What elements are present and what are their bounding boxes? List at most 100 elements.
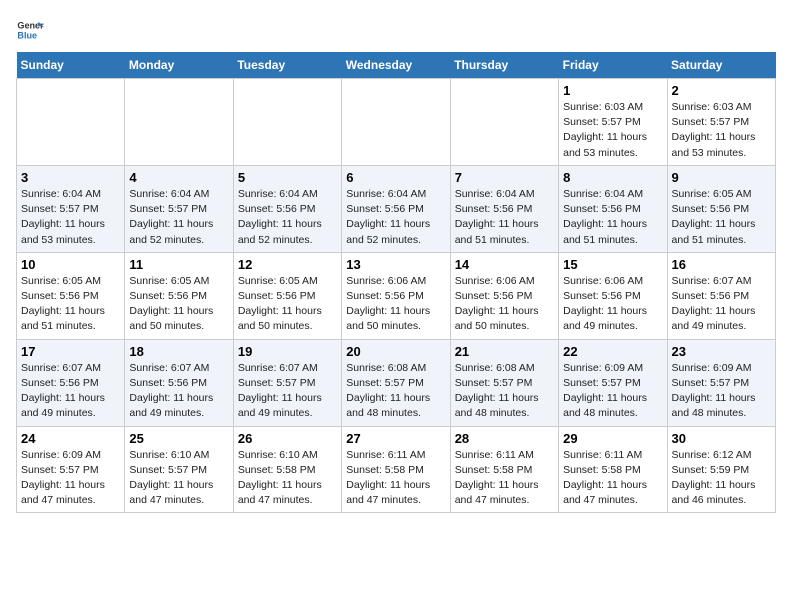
day-info: Sunrise: 6:06 AM Sunset: 5:56 PM Dayligh…: [346, 274, 445, 335]
day-info: Sunrise: 6:09 AM Sunset: 5:57 PM Dayligh…: [672, 361, 771, 422]
calendar-cell: 7 Sunrise: 6:04 AM Sunset: 5:56 PM Daylig…: [450, 165, 558, 252]
calendar-cell: 22 Sunrise: 6:09 AM Sunset: 5:57 PM Dayli…: [559, 339, 667, 426]
day-info: Sunrise: 6:04 AM Sunset: 5:56 PM Dayligh…: [455, 187, 554, 248]
day-info: Sunrise: 6:11 AM Sunset: 5:58 PM Dayligh…: [346, 448, 445, 509]
calendar-cell: [125, 79, 233, 166]
calendar-cell: 15 Sunrise: 6:06 AM Sunset: 5:56 PM Dayli…: [559, 252, 667, 339]
calendar-cell: 10Sunrise: 6:05 AM Sunset: 5:56 PM Dayli…: [17, 252, 125, 339]
calendar-cell: 12 Sunrise: 6:05 AM Sunset: 5:56 PM Dayli…: [233, 252, 341, 339]
weekday-header-friday: Friday: [559, 52, 667, 79]
day-info: Sunrise: 6:04 AM Sunset: 5:57 PM Dayligh…: [129, 187, 228, 248]
calendar-week-3: 10Sunrise: 6:05 AM Sunset: 5:56 PM Dayli…: [17, 252, 776, 339]
day-number: 29: [563, 431, 662, 446]
calendar-week-4: 17 Sunrise: 6:07 AM Sunset: 5:56 PM Dayli…: [17, 339, 776, 426]
calendar-cell: 28 Sunrise: 6:11 AM Sunset: 5:58 PM Dayli…: [450, 426, 558, 513]
calendar-week-5: 24 Sunrise: 6:09 AM Sunset: 5:57 PM Dayli…: [17, 426, 776, 513]
day-number: 20: [346, 344, 445, 359]
weekday-header-tuesday: Tuesday: [233, 52, 341, 79]
day-number: 14: [455, 257, 554, 272]
calendar-cell: 13 Sunrise: 6:06 AM Sunset: 5:56 PM Dayli…: [342, 252, 450, 339]
weekday-header-sunday: Sunday: [17, 52, 125, 79]
calendar-cell: 8Sunrise: 6:04 AM Sunset: 5:56 PM Daylig…: [559, 165, 667, 252]
day-number: 24: [21, 431, 120, 446]
day-info: Sunrise: 6:10 AM Sunset: 5:57 PM Dayligh…: [129, 448, 228, 509]
calendar-cell: 2 Sunrise: 6:03 AM Sunset: 5:57 PM Daylig…: [667, 79, 775, 166]
day-number: 15: [563, 257, 662, 272]
weekday-header-saturday: Saturday: [667, 52, 775, 79]
day-number: 9: [672, 170, 771, 185]
calendar-cell: [17, 79, 125, 166]
weekday-header-wednesday: Wednesday: [342, 52, 450, 79]
day-info: Sunrise: 6:05 AM Sunset: 5:56 PM Dayligh…: [21, 274, 120, 335]
day-info: Sunrise: 6:07 AM Sunset: 5:56 PM Dayligh…: [21, 361, 120, 422]
day-info: Sunrise: 6:09 AM Sunset: 5:57 PM Dayligh…: [21, 448, 120, 509]
calendar-cell: 16Sunrise: 6:07 AM Sunset: 5:56 PM Dayli…: [667, 252, 775, 339]
day-info: Sunrise: 6:06 AM Sunset: 5:56 PM Dayligh…: [455, 274, 554, 335]
calendar-cell: 27 Sunrise: 6:11 AM Sunset: 5:58 PM Dayli…: [342, 426, 450, 513]
calendar-cell: [233, 79, 341, 166]
calendar-cell: 30 Sunrise: 6:12 AM Sunset: 5:59 PM Dayli…: [667, 426, 775, 513]
weekday-header-thursday: Thursday: [450, 52, 558, 79]
day-info: Sunrise: 6:07 AM Sunset: 5:56 PM Dayligh…: [129, 361, 228, 422]
calendar-table: SundayMondayTuesdayWednesdayThursdayFrid…: [16, 52, 776, 513]
day-number: 26: [238, 431, 337, 446]
logo: General Blue: [16, 16, 44, 44]
day-number: 21: [455, 344, 554, 359]
calendar-cell: 1 Sunrise: 6:03 AM Sunset: 5:57 PM Daylig…: [559, 79, 667, 166]
calendar-cell: 3 Sunrise: 6:04 AM Sunset: 5:57 PM Daylig…: [17, 165, 125, 252]
day-info: Sunrise: 6:05 AM Sunset: 5:56 PM Dayligh…: [672, 187, 771, 248]
calendar-cell: 21 Sunrise: 6:08 AM Sunset: 5:57 PM Dayli…: [450, 339, 558, 426]
day-info: Sunrise: 6:04 AM Sunset: 5:56 PM Dayligh…: [238, 187, 337, 248]
calendar-cell: 4 Sunrise: 6:04 AM Sunset: 5:57 PM Daylig…: [125, 165, 233, 252]
day-info: Sunrise: 6:12 AM Sunset: 5:59 PM Dayligh…: [672, 448, 771, 509]
day-info: Sunrise: 6:04 AM Sunset: 5:57 PM Dayligh…: [21, 187, 120, 248]
day-number: 16: [672, 257, 771, 272]
day-number: 2: [672, 83, 771, 98]
day-info: Sunrise: 6:04 AM Sunset: 5:56 PM Dayligh…: [346, 187, 445, 248]
day-info: Sunrise: 6:11 AM Sunset: 5:58 PM Dayligh…: [455, 448, 554, 509]
svg-text:Blue: Blue: [17, 30, 37, 40]
day-number: 27: [346, 431, 445, 446]
calendar-cell: 18 Sunrise: 6:07 AM Sunset: 5:56 PM Dayli…: [125, 339, 233, 426]
logo-icon: General Blue: [16, 16, 44, 44]
day-info: Sunrise: 6:05 AM Sunset: 5:56 PM Dayligh…: [238, 274, 337, 335]
day-info: Sunrise: 6:09 AM Sunset: 5:57 PM Dayligh…: [563, 361, 662, 422]
day-number: 30: [672, 431, 771, 446]
day-number: 4: [129, 170, 228, 185]
calendar-cell: 9 Sunrise: 6:05 AM Sunset: 5:56 PM Daylig…: [667, 165, 775, 252]
day-info: Sunrise: 6:08 AM Sunset: 5:57 PM Dayligh…: [346, 361, 445, 422]
day-number: 3: [21, 170, 120, 185]
day-number: 17: [21, 344, 120, 359]
calendar-cell: 11Sunrise: 6:05 AM Sunset: 5:56 PM Dayli…: [125, 252, 233, 339]
calendar-cell: 25 Sunrise: 6:10 AM Sunset: 5:57 PM Dayli…: [125, 426, 233, 513]
day-number: 12: [238, 257, 337, 272]
day-number: 6: [346, 170, 445, 185]
day-info: Sunrise: 6:06 AM Sunset: 5:56 PM Dayligh…: [563, 274, 662, 335]
calendar-cell: 26Sunrise: 6:10 AM Sunset: 5:58 PM Dayli…: [233, 426, 341, 513]
calendar-cell: 20 Sunrise: 6:08 AM Sunset: 5:57 PM Dayli…: [342, 339, 450, 426]
day-info: Sunrise: 6:08 AM Sunset: 5:57 PM Dayligh…: [455, 361, 554, 422]
day-number: 11: [129, 257, 228, 272]
day-info: Sunrise: 6:03 AM Sunset: 5:57 PM Dayligh…: [672, 100, 771, 161]
page-header: General Blue: [16, 16, 776, 44]
day-number: 5: [238, 170, 337, 185]
calendar-cell: [342, 79, 450, 166]
day-info: Sunrise: 6:03 AM Sunset: 5:57 PM Dayligh…: [563, 100, 662, 161]
calendar-cell: 19 Sunrise: 6:07 AM Sunset: 5:57 PM Dayli…: [233, 339, 341, 426]
day-number: 7: [455, 170, 554, 185]
day-number: 1: [563, 83, 662, 98]
day-info: Sunrise: 6:11 AM Sunset: 5:58 PM Dayligh…: [563, 448, 662, 509]
calendar-cell: 17 Sunrise: 6:07 AM Sunset: 5:56 PM Dayli…: [17, 339, 125, 426]
day-number: 25: [129, 431, 228, 446]
day-info: Sunrise: 6:07 AM Sunset: 5:57 PM Dayligh…: [238, 361, 337, 422]
day-info: Sunrise: 6:04 AM Sunset: 5:56 PM Dayligh…: [563, 187, 662, 248]
calendar-cell: 14 Sunrise: 6:06 AM Sunset: 5:56 PM Dayli…: [450, 252, 558, 339]
calendar-cell: 5 Sunrise: 6:04 AM Sunset: 5:56 PM Daylig…: [233, 165, 341, 252]
day-number: 28: [455, 431, 554, 446]
calendar-cell: 24 Sunrise: 6:09 AM Sunset: 5:57 PM Dayli…: [17, 426, 125, 513]
day-number: 13: [346, 257, 445, 272]
day-number: 18: [129, 344, 228, 359]
day-number: 22: [563, 344, 662, 359]
calendar-cell: 6 Sunrise: 6:04 AM Sunset: 5:56 PM Daylig…: [342, 165, 450, 252]
day-number: 19: [238, 344, 337, 359]
